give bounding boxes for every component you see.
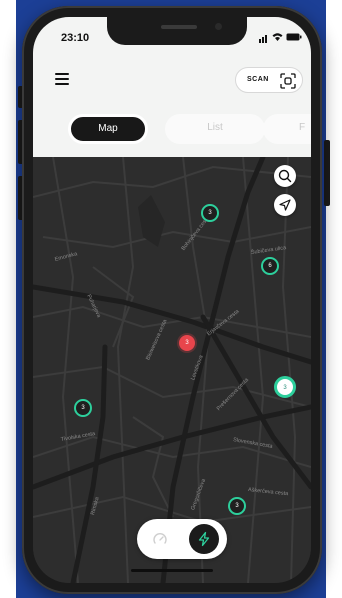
tab-label: F [299,122,306,133]
gauge-icon [153,533,167,544]
app-header: 23:10 SCAN List F Map [33,17,311,157]
station-cluster-marker[interactable]: 3 [74,399,92,417]
hamburger-icon-line [55,73,69,75]
qr-scan-icon [280,73,296,89]
signal-bar [259,39,261,43]
front-camera [215,23,222,30]
station-cluster-marker[interactable]: 6 [261,257,279,275]
phone-notch [107,17,247,45]
station-cluster-marker[interactable]: 3 [228,497,246,515]
tab-map[interactable]: Map [68,114,148,144]
power-button [324,140,330,206]
selected-location-pin[interactable]: 3 [179,335,195,351]
station-cluster-marker-selected[interactable]: 3 [274,376,296,398]
tab-label: Map [98,123,118,134]
tab-filter[interactable]: F [263,114,311,144]
toggle-option-electric[interactable] [189,524,219,554]
map-search-button[interactable] [274,165,296,187]
toggle-option-standard[interactable] [145,524,175,554]
signal-bar [262,37,264,43]
scan-button-label: SCAN [247,76,269,83]
status-time: 23:10 [61,32,90,44]
wifi-icon [272,33,283,41]
locate-me-button[interactable] [274,194,296,216]
tab-label: List [207,122,223,133]
hamburger-icon-line [55,78,69,80]
battery-icon [286,33,302,41]
phone-screen: Bohinjčeva cesta Šubičeva ulica Erjavčev… [33,17,311,583]
scan-button[interactable]: SCAN [235,67,303,93]
speaker-grille [161,25,197,29]
hamburger-icon-line [55,83,69,85]
station-cluster-marker[interactable]: 3 [201,204,219,222]
lightning-bolt-icon [198,531,210,547]
home-indicator [131,569,213,572]
navigation-arrow-icon [279,199,291,211]
signal-bar [265,35,267,43]
tab-list[interactable]: List [165,114,265,144]
menu-button[interactable] [55,73,73,87]
vehicle-type-toggle [137,519,227,559]
search-icon [278,169,292,183]
status-icons [259,31,303,43]
